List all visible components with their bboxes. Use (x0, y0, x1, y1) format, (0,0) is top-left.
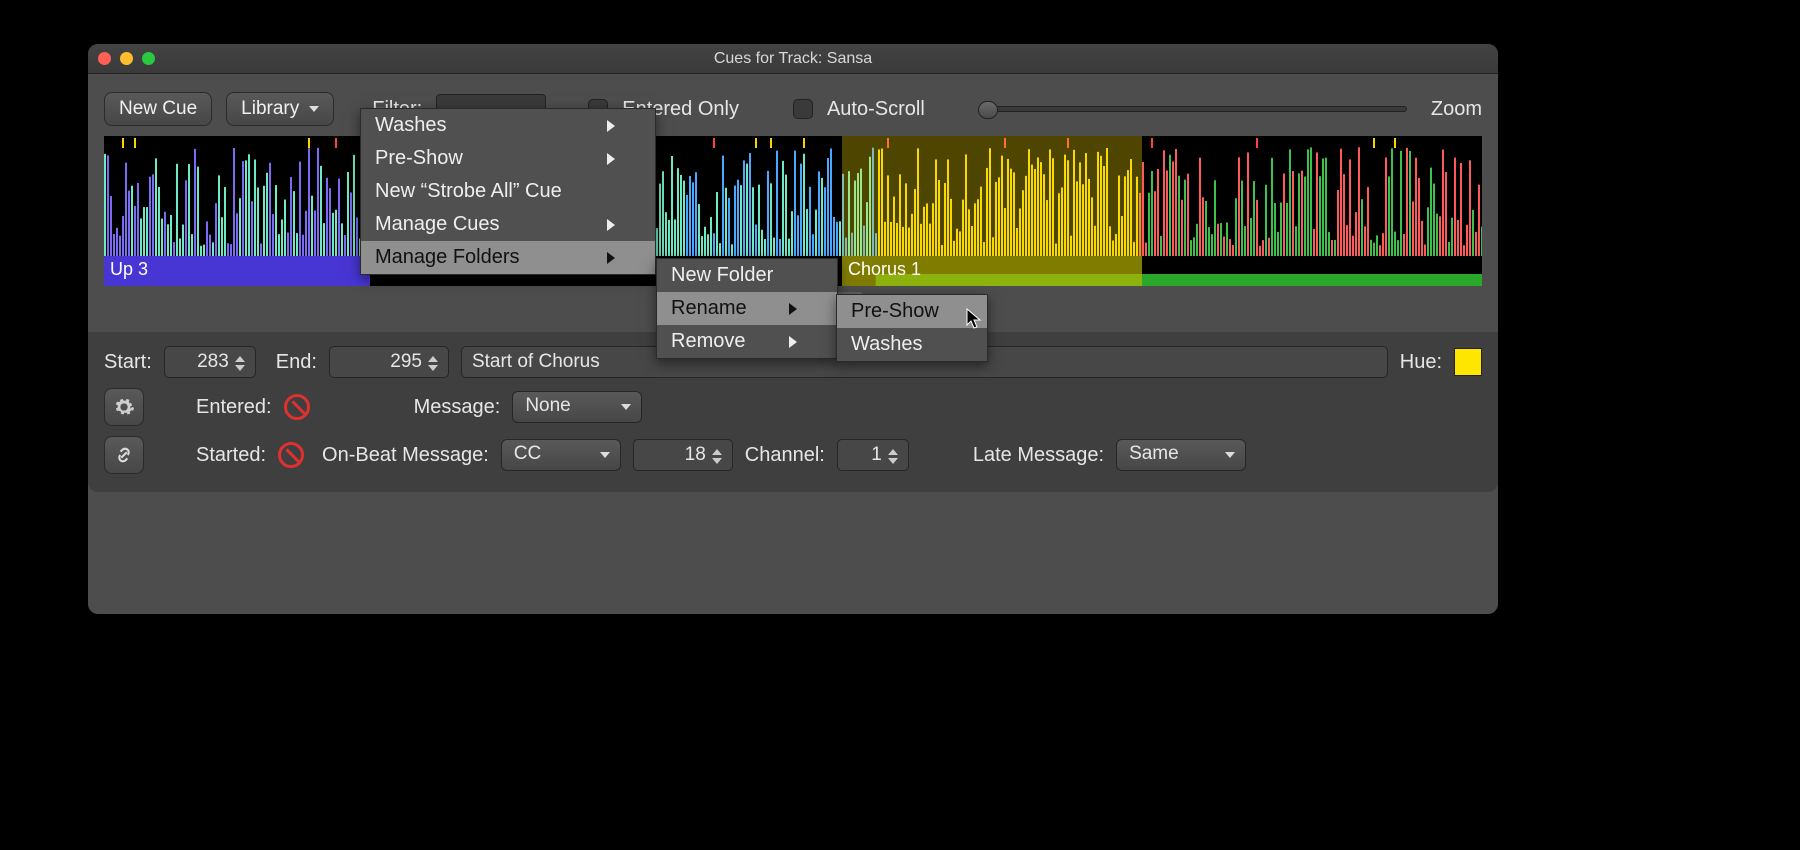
chevron-right-icon (789, 303, 797, 315)
message-label: Message: (414, 396, 501, 419)
menu-item-label: Manage Folders (375, 246, 520, 269)
auto-scroll-checkbox[interactable] (793, 99, 813, 119)
chevron-down-icon (309, 106, 319, 112)
settings-button[interactable] (104, 388, 144, 426)
menu-item-label: Washes (375, 114, 447, 137)
channel-label: Channel: (745, 444, 825, 467)
stepper-icon[interactable] (235, 350, 251, 376)
start-spinner[interactable]: 283 (164, 346, 256, 378)
zoom-label: Zoom (1431, 98, 1482, 121)
no-entry-icon[interactable] (284, 394, 310, 420)
menu-item-label: New “Strobe All” Cue (375, 180, 562, 203)
menu-item-label: Manage Cues (375, 213, 500, 236)
stepper-icon[interactable] (428, 350, 444, 376)
titlebar[interactable]: Cues for Track: Sansa (88, 44, 1498, 74)
menu-item-new-folder[interactable]: New Folder (657, 259, 837, 292)
started-label: Started: (196, 444, 266, 467)
cue-region-chorus1[interactable]: Chorus 1 (842, 256, 1142, 286)
late-message-value: Same (1129, 443, 1179, 464)
onbeat-value: CC (514, 443, 541, 464)
new-cue-label: New Cue (119, 98, 197, 120)
menu-item-remove[interactable]: Remove (657, 325, 837, 358)
stepper-icon[interactable] (888, 443, 904, 469)
start-label: Start: (104, 351, 152, 374)
channel-spinner[interactable]: 1 (837, 439, 909, 471)
cue-label: Chorus 1 (848, 259, 921, 279)
menu-item-rename-washes[interactable]: Washes (837, 328, 987, 361)
onbeat-num-spinner[interactable]: 18 (633, 439, 733, 471)
chevron-right-icon (607, 153, 615, 165)
chevron-right-icon (607, 219, 615, 231)
message-value: None (525, 395, 570, 416)
hue-label: Hue: (1400, 351, 1442, 374)
onbeat-num-value: 18 (685, 444, 706, 466)
late-message-label: Late Message: (973, 444, 1104, 467)
chevron-down-icon (600, 452, 610, 458)
link-button[interactable] (104, 436, 144, 474)
cue-editor-window: Cues for Track: Sansa New Cue Library Fi… (88, 44, 1498, 614)
link-icon (113, 444, 135, 466)
start-value: 283 (197, 351, 229, 373)
late-message-select[interactable]: Same (1116, 439, 1246, 471)
end-label: End: (276, 351, 317, 374)
menu-item-rename-preshow[interactable]: Pre-Show (837, 295, 987, 328)
message-select[interactable]: None (512, 391, 642, 423)
cursor-icon (966, 308, 982, 330)
zoom-slider[interactable] (979, 106, 1407, 112)
new-cue-button[interactable]: New Cue (104, 92, 212, 126)
onbeat-select[interactable]: CC (501, 439, 621, 471)
chevron-down-icon (1225, 452, 1235, 458)
zoom-slider-thumb[interactable] (978, 101, 998, 119)
chevron-right-icon (607, 252, 615, 264)
onbeat-label: On-Beat Message: (322, 444, 489, 467)
channel-value: 1 (871, 444, 882, 466)
menu-item-label: Remove (671, 330, 745, 353)
end-value: 295 (390, 351, 422, 373)
menu-item-label: Rename (671, 297, 747, 320)
end-spinner[interactable]: 295 (329, 346, 449, 378)
library-label: Library (241, 98, 299, 120)
chevron-right-icon (789, 336, 797, 348)
menu-item-label: New Folder (671, 264, 773, 287)
hue-swatch[interactable] (1454, 348, 1482, 376)
manage-folders-menu[interactable]: New Folder Rename Remove (656, 258, 838, 359)
cue-region-up3[interactable]: Up 3 (104, 256, 370, 286)
menu-item-rename[interactable]: Rename (657, 292, 837, 325)
library-menu[interactable]: Washes Pre-Show New “Strobe All” Cue Man… (360, 108, 656, 275)
chevron-down-icon (621, 404, 631, 410)
chevron-right-icon (607, 120, 615, 132)
toolbar: New Cue Library Filter: Entered Only Aut… (88, 74, 1498, 132)
window-title: Cues for Track: Sansa (88, 50, 1498, 68)
cue-label: Up 3 (110, 259, 148, 279)
no-entry-icon[interactable] (278, 442, 304, 468)
menu-item-new-strobe[interactable]: New “Strobe All” Cue (361, 175, 655, 208)
gear-icon (113, 396, 135, 418)
stepper-icon[interactable] (712, 443, 728, 469)
menu-item-label: Pre-Show (375, 147, 463, 170)
menu-item-manage-cues[interactable]: Manage Cues (361, 208, 655, 241)
menu-item-label: Washes (851, 333, 923, 356)
menu-item-washes[interactable]: Washes (361, 109, 655, 142)
menu-item-preshow[interactable]: Pre-Show (361, 142, 655, 175)
entered-label: Entered: (196, 396, 272, 419)
menu-item-label: Pre-Show (851, 300, 939, 323)
menu-item-manage-folders[interactable]: Manage Folders (361, 241, 655, 274)
cue-name-value: Start of Chorus (472, 351, 600, 372)
library-button[interactable]: Library (226, 92, 334, 126)
auto-scroll-label: Auto-Scroll (827, 98, 925, 121)
